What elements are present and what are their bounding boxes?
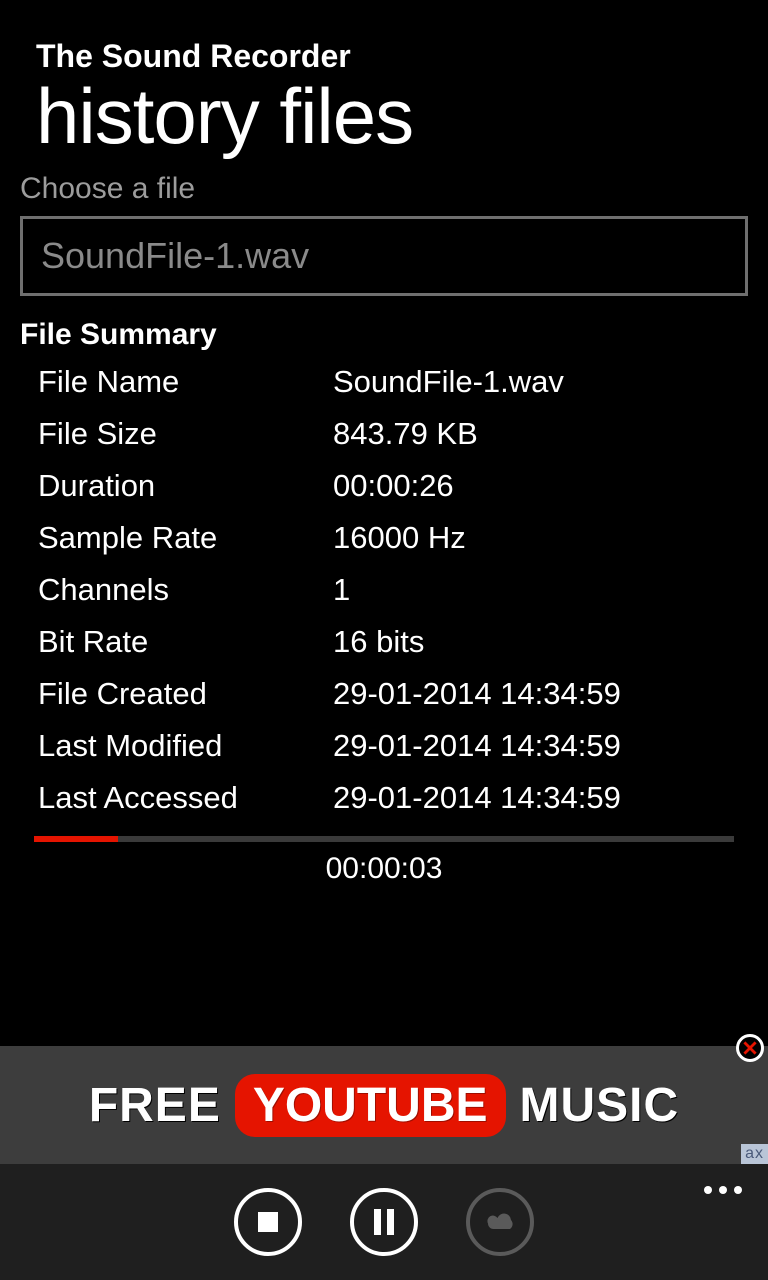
summary-row-bit-rate: Bit Rate 16 bits	[38, 616, 730, 668]
summary-value: SoundFile-1.wav	[333, 364, 730, 400]
summary-value: 1	[333, 572, 730, 608]
file-summary-table: File Name SoundFile-1.wav File Size 843.…	[20, 356, 748, 824]
summary-row-channels: Channels 1	[38, 564, 730, 616]
summary-label: File Size	[38, 416, 333, 452]
playback-elapsed: 00:00:03	[34, 852, 734, 886]
header: The Sound Recorder history files	[0, 0, 768, 158]
close-icon	[743, 1041, 757, 1055]
more-dots-icon	[734, 1186, 742, 1194]
ad-close-button[interactable]	[736, 1034, 764, 1062]
more-dots-icon	[704, 1186, 712, 1194]
file-picker[interactable]: SoundFile-1.wav	[20, 216, 748, 296]
pause-icon	[373, 1209, 395, 1235]
summary-row-file-name: File Name SoundFile-1.wav	[38, 356, 730, 408]
playback-progress-fill	[34, 836, 118, 842]
summary-value: 00:00:26	[333, 468, 730, 504]
app-bar	[0, 1164, 768, 1280]
summary-label: File Name	[38, 364, 333, 400]
cloud-icon	[482, 1210, 518, 1234]
app-title: The Sound Recorder	[36, 40, 748, 72]
more-dots-icon	[719, 1186, 727, 1194]
summary-value: 16000 Hz	[333, 520, 730, 556]
ad-banner[interactable]: FREE YOUTUBE MUSIC ax	[0, 1046, 768, 1164]
summary-label: Bit Rate	[38, 624, 333, 660]
summary-value: 843.79 KB	[333, 416, 730, 452]
summary-label: Channels	[38, 572, 333, 608]
summary-row-last-accessed: Last Accessed 29-01-2014 14:34:59	[38, 772, 730, 824]
stop-icon	[257, 1211, 279, 1233]
ad-text-free: FREE	[89, 1078, 221, 1133]
summary-row-file-size: File Size 843.79 KB	[38, 408, 730, 460]
summary-label: Sample Rate	[38, 520, 333, 556]
summary-row-last-modified: Last Modified 29-01-2014 14:34:59	[38, 720, 730, 772]
summary-value: 16 bits	[333, 624, 730, 660]
summary-row-sample-rate: Sample Rate 16000 Hz	[38, 512, 730, 564]
summary-row-duration: Duration 00:00:26	[38, 460, 730, 512]
summary-label: Duration	[38, 468, 333, 504]
player: 00:00:03	[34, 836, 734, 886]
cloud-upload-button[interactable]	[466, 1188, 534, 1256]
file-summary-title: File Summary	[20, 318, 748, 352]
playback-progress[interactable]	[34, 836, 734, 842]
summary-value: 29-01-2014 14:34:59	[333, 676, 730, 712]
content: Choose a file SoundFile-1.wav File Summa…	[0, 158, 768, 1016]
ad-text-music: MUSIC	[520, 1078, 680, 1133]
summary-value: 29-01-2014 14:34:59	[333, 728, 730, 764]
page-title: history files	[36, 76, 748, 158]
stop-button[interactable]	[234, 1188, 302, 1256]
summary-value: 29-01-2014 14:34:59	[333, 780, 730, 816]
summary-label: File Created	[38, 676, 333, 712]
ad-text-youtube: YOUTUBE	[235, 1074, 506, 1137]
file-picker-label: Choose a file	[20, 172, 748, 206]
more-button[interactable]	[704, 1186, 742, 1194]
ad-network-badge: ax	[741, 1144, 768, 1164]
summary-row-file-created: File Created 29-01-2014 14:34:59	[38, 668, 730, 720]
summary-label: Last Modified	[38, 728, 333, 764]
summary-label: Last Accessed	[38, 780, 333, 816]
pause-button[interactable]	[350, 1188, 418, 1256]
